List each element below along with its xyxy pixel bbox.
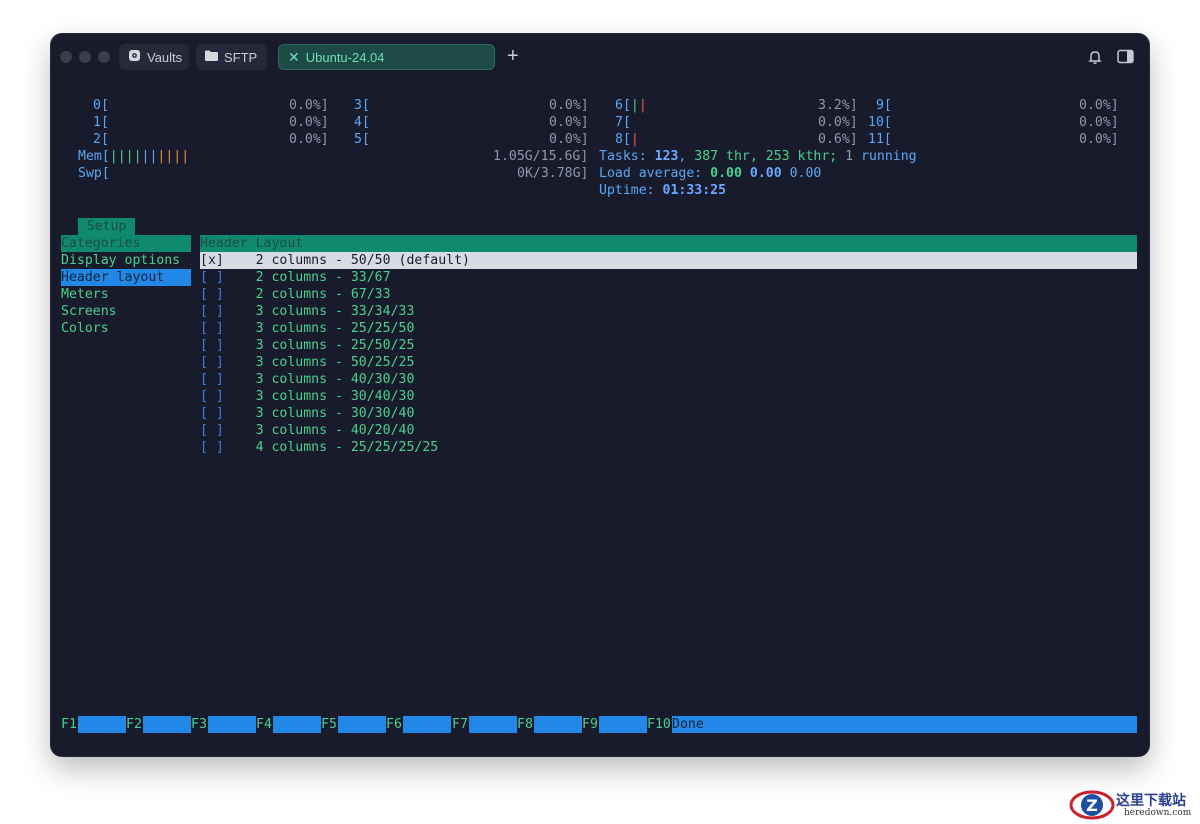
- f8-key[interactable]: F8: [517, 716, 582, 733]
- watermark-logo: Z 这里下载站 heredown.com: [1068, 788, 1198, 822]
- cpu-bars-8: |: [630, 132, 639, 147]
- layout-option[interactable]: [ ] 3 columns - 25/50/25: [200, 337, 414, 354]
- cpu-meter-5: 5[: [354, 132, 370, 147]
- function-key-bar: F1 F2 F3 F4 F5 F6 F7 F8 F9 F10 Done: [61, 716, 1137, 733]
- cpu-meter-7: 7[: [615, 115, 631, 130]
- categories-header: Categories: [61, 235, 191, 252]
- watermark-title: 这里下载站: [1116, 793, 1186, 809]
- done-label: Done: [672, 716, 1137, 733]
- f4-key[interactable]: F4: [256, 716, 321, 733]
- cpu-meter-9: 9[: [876, 98, 892, 113]
- terminal-content[interactable]: 0[ 0.0%] 1[ 0.0%] 2[ 0.0%] 3[ 0.0%] 4[ 0…: [51, 34, 1149, 756]
- layout-option[interactable]: [ ] 3 columns - 40/30/30: [200, 371, 414, 388]
- layout-option[interactable]: [ ] 3 columns - 30/40/30: [200, 388, 414, 405]
- cpu-meter-11: 11[: [868, 132, 892, 147]
- f2-key[interactable]: F2: [126, 716, 191, 733]
- layout-option[interactable]: [ ] 2 columns - 67/33: [200, 286, 391, 303]
- f9-key[interactable]: F9: [582, 716, 647, 733]
- layout-option[interactable]: [ ] 4 columns - 25/25/25/25: [200, 439, 438, 456]
- cpu-value-6: 3.2%]: [818, 98, 858, 113]
- mem-meter: Mem[||||||||||: [78, 149, 190, 164]
- cpu-bars-6: ||: [630, 98, 647, 113]
- swap-meter: Swp[: [78, 166, 110, 181]
- cpu-meter-8: 8[|: [615, 132, 639, 147]
- cpu-meter-4: 4[: [354, 115, 370, 130]
- svg-text:Z: Z: [1086, 796, 1098, 815]
- mem-bars: ||||||||||: [109, 149, 190, 164]
- f6-key[interactable]: F6: [386, 716, 451, 733]
- load-average-meter: Load average: 0.00 0.00 0.00: [599, 166, 822, 181]
- cpu-value-7: 0.0%]: [818, 115, 858, 130]
- category-screens[interactable]: Screens: [61, 303, 117, 320]
- setup-tab[interactable]: Setup: [78, 218, 135, 235]
- cpu-value-1: 0.0%]: [289, 115, 329, 130]
- cpu-value-5: 0.0%]: [549, 132, 589, 147]
- cpu-value-10: 0.0%]: [1079, 115, 1119, 130]
- mem-value: 1.05G/15.6G]: [493, 149, 589, 164]
- cpu-value-4: 0.0%]: [549, 115, 589, 130]
- cpu-value-2: 0.0%]: [289, 132, 329, 147]
- layout-option[interactable]: [ ] 3 columns - 33/34/33: [200, 303, 414, 320]
- header-layout-panel-header: Header Layout: [200, 235, 1137, 252]
- cpu-meter-10: 10[: [868, 115, 892, 130]
- layout-option[interactable]: [ ] 3 columns - 50/25/25: [200, 354, 414, 371]
- layout-option[interactable]: [ ] 3 columns - 30/30/40: [200, 405, 414, 422]
- layout-option[interactable]: [ ] 3 columns - 40/20/40: [200, 422, 414, 439]
- layout-option[interactable]: [ ] 3 columns - 25/25/50: [200, 320, 414, 337]
- layout-option[interactable]: [ ] 2 columns - 33/67: [200, 269, 391, 286]
- cpu-meter-3: 3[: [354, 98, 370, 113]
- cpu-value-3: 0.0%]: [549, 98, 589, 113]
- cpu-meter-1: 1[: [93, 115, 109, 130]
- cpu-value-0: 0.0%]: [289, 98, 329, 113]
- f10-key[interactable]: F10 Done: [647, 716, 1137, 733]
- cpu-value-9: 0.0%]: [1079, 98, 1119, 113]
- layout-option[interactable]: [x] 2 columns - 50/50 (default): [200, 252, 1137, 269]
- cpu-value-11: 0.0%]: [1079, 132, 1119, 147]
- watermark-url: heredown.com: [1124, 808, 1192, 818]
- category-display-options[interactable]: Display options: [61, 252, 180, 269]
- swap-value: 0K/3.78G]: [517, 166, 589, 181]
- category-colors[interactable]: Colors: [61, 320, 109, 337]
- cpu-value-8: 0.6%]: [818, 132, 858, 147]
- f7-key[interactable]: F7: [452, 716, 517, 733]
- cpu-meter-0: 0[: [93, 98, 109, 113]
- f3-key[interactable]: F3: [191, 716, 256, 733]
- f1-key[interactable]: F1: [61, 716, 126, 733]
- category-meters[interactable]: Meters: [61, 286, 109, 303]
- cpu-meter-6: 6[||: [615, 98, 647, 113]
- f5-key[interactable]: F5: [321, 716, 386, 733]
- uptime-meter: Uptime: 01:33:25: [599, 183, 727, 198]
- cpu-meter-2: 2[: [93, 132, 109, 147]
- category-header-layout[interactable]: Header layout: [61, 269, 191, 286]
- terminal-window: Vaults SFTP ✕ Ubuntu-24.04 + 0[ 0.0%] 1[…: [51, 34, 1149, 756]
- tasks-meter: Tasks: 123, 387 thr, 253 kthr; 1 running: [599, 149, 917, 164]
